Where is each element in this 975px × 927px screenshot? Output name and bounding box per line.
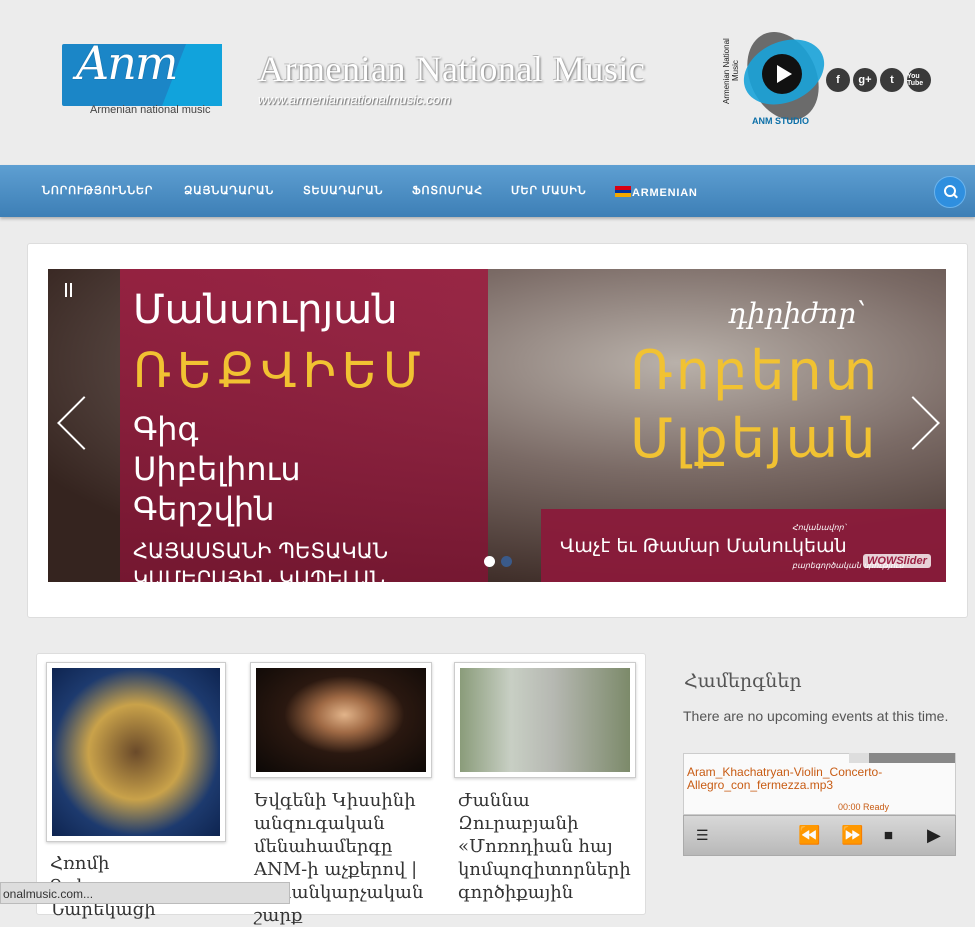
fast-forward-icon[interactable]: ⏩ (841, 825, 863, 846)
rewind-icon[interactable]: ⏪ (798, 825, 820, 846)
site-logo[interactable]: Anm Armenian national music (62, 36, 228, 116)
sponsor-top: Հովանավոր՝ (792, 523, 846, 532)
composer-3: Գերշվին (133, 490, 275, 528)
slider-dots (484, 556, 512, 567)
social-links: f g+ t You Tube (826, 68, 931, 92)
sponsor-name: Վաչէ եւ Թամար Մանուկեան (560, 535, 847, 557)
portrait-photo-outdoor (460, 668, 630, 772)
composer-2: Սիբելիուս (133, 450, 301, 488)
post-thumbnail-1[interactable] (46, 662, 226, 842)
armenian-flag-icon (615, 186, 631, 197)
conductor-name-2: Մլքեյան (630, 407, 879, 470)
audio-player: Aram_Khachatryan-Violin_Concerto-Allegro… (683, 753, 956, 856)
play-icon (762, 54, 802, 94)
language-label: ARMENIAN (632, 187, 698, 199)
nav-item-news[interactable]: ՆՈՐՈՒԹՅՈՒՆՆԵՐ (42, 184, 153, 197)
play-button-icon[interactable]: ▶ (927, 825, 941, 846)
site-header: Anm Armenian national music Armenian Nat… (0, 0, 975, 165)
nav-item-audio[interactable]: ՁԱՅՆԱԴԱՐԱՆ (184, 184, 274, 197)
player-status: 00:00 Ready (838, 802, 890, 812)
studio-vertical-text: Armenian National Music (722, 38, 740, 104)
slide-ensemble: ՀԱՅԱՍՏԱՆԻ ՊԵՏԱԿԱՆ ԿԱՄԵՐԱՅԻՆ ԿԱՊԵԼԱՆ (133, 537, 388, 582)
google-plus-icon[interactable]: g+ (853, 68, 877, 92)
portrait-photo (256, 668, 426, 772)
post-title-3[interactable]: Ժաննա Զուրաբյանի «Մոռոդիան հայ կոմպոզիտո… (458, 789, 636, 904)
browser-status-bar: onalmusic.com... (0, 882, 290, 904)
composer-1: Գիգ (133, 410, 199, 448)
wowslider-watermark[interactable]: WOWSlider (863, 554, 931, 568)
slide-image[interactable]: Մանսուրյան ՌԵՔՎԻԵՄ Գիգ Սիբելիուս Գերշվին… (48, 269, 946, 582)
logo-subtitle: Armenian national music (90, 104, 211, 116)
post-thumbnail-3[interactable] (454, 662, 636, 778)
nav-item-photo[interactable]: ՖՈՏՈՍՐԱՀ (412, 184, 483, 197)
slide-line-2: ՌԵՔՎԻԵՄ (133, 343, 427, 399)
conductor-name-1: Ռոբերտ (630, 339, 881, 402)
player-track-name: Aram_Khachatryan-Violin_Concerto-Allegro… (687, 765, 883, 792)
nav-item-video[interactable]: ՏԵՍԱԴԱՐԱՆ (303, 184, 383, 197)
player-controls: ☰ ⏪ ⏩ ⏹ ▶ (683, 815, 956, 856)
slider-dot-2[interactable] (501, 556, 512, 567)
studio-label: ANM STUDIO (752, 116, 809, 126)
site-title[interactable]: Armenian National Music (258, 48, 645, 90)
conductor-name: Ռոբերտ Մլքեյան (630, 337, 880, 473)
twitter-icon[interactable]: t (880, 68, 904, 92)
stop-icon[interactable]: ⏹ (884, 825, 893, 846)
pause-icon[interactable] (65, 283, 72, 297)
events-empty-text: There are no upcoming events at this tim… (683, 708, 949, 724)
anm-studio-logo[interactable]: Armenian National Music ANM STUDIO (722, 20, 835, 132)
playlist-icon[interactable]: ☰ (696, 827, 709, 844)
site-url: www.armeniannationalmusic.com (258, 92, 451, 107)
nav-item-about[interactable]: ՄԵՐ ՄԱՍԻՆ (511, 184, 586, 197)
ensemble-line-2: ԿԱՄԵՐԱՅԻՆ ԿԱՊԵԼԱՆ (133, 567, 386, 582)
search-icon[interactable] (934, 176, 966, 208)
slide-composers: Գիգ Սիբելիուս Գերշվին (133, 409, 301, 529)
volume-slider[interactable] (849, 753, 955, 763)
main-navigation: ՆՈՐՈՒԹՅՈՒՆՆԵՐ ՁԱՅՆԱԴԱՐԱՆ ՏԵՍԱԴԱՐԱՆ ՖՈՏՈՍ… (0, 165, 975, 217)
post-title-2[interactable]: Եվգենի Կիսսինի անզուգական մենահամերգը AN… (254, 789, 432, 927)
logo-script: Anm (76, 36, 178, 90)
events-heading: Համերգներ (684, 670, 802, 692)
icon-painting (52, 668, 220, 836)
youtube-icon[interactable]: You Tube (907, 68, 931, 92)
slider-dot-1[interactable] (484, 556, 495, 567)
ensemble-line-1: ՀԱՅԱՍՏԱՆԻ ՊԵՏԱԿԱՆ (133, 539, 389, 563)
post-thumbnail-2[interactable] (250, 662, 432, 778)
language-selector[interactable]: ARMENIAN (615, 186, 698, 199)
conductor-label: դիրիժոր՝ (728, 297, 867, 330)
facebook-icon[interactable]: f (826, 68, 850, 92)
slide-line-1: Մանսուրյան (133, 287, 398, 333)
